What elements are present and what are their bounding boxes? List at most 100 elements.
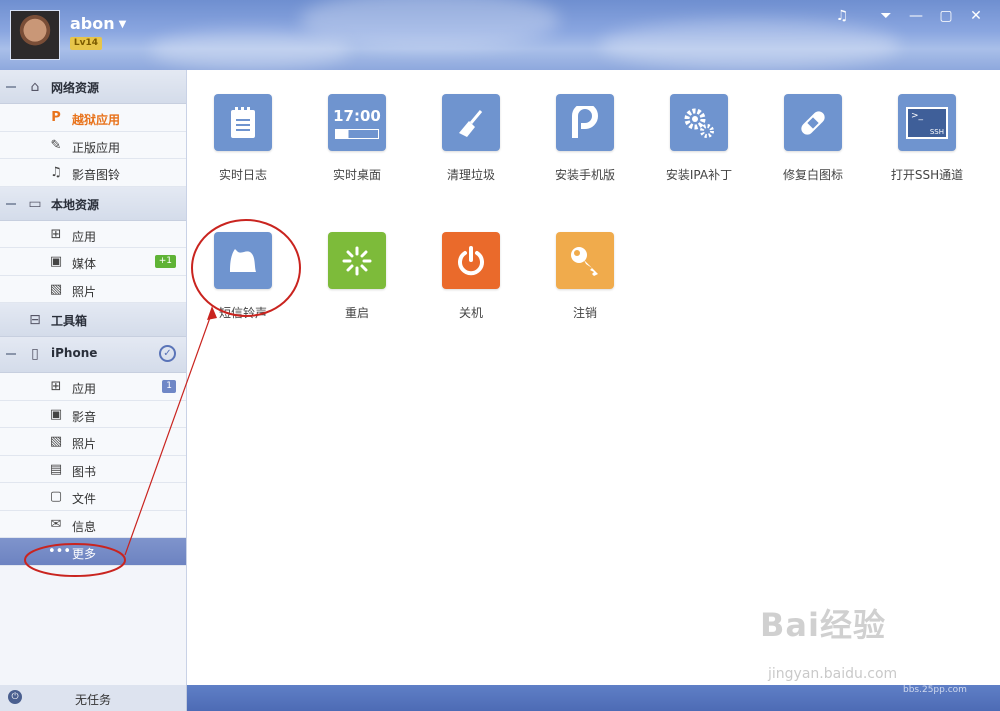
key-icon [556,232,614,289]
sidebar-section-toolbox[interactable]: ⊟ 工具箱 [0,303,186,337]
video-icon: ▣ [49,406,63,422]
section-label: 工具箱 [51,314,88,328]
terminal-icon: >_ SSH [898,94,956,151]
bell-icon [214,232,272,289]
count-badge: +1 [154,255,176,268]
music-note-icon: ♫ [50,165,62,180]
sidebar-item-iphone-books[interactable]: ▤ 图书 [0,455,186,483]
section-label: 网络资源 [51,81,100,95]
sidebar-item-label: 应用 [72,229,97,244]
close-button[interactable]: ✕ [967,7,985,25]
clock-icon: 17:00 [328,94,386,151]
sidebar-item-iphone-photos[interactable]: ▧ 照片 [0,428,186,456]
tool-clean-junk[interactable]: 清理垃圾 [416,70,526,182]
sidebar-item-media-ringtones[interactable]: ♫ 影音图铃 [0,159,186,187]
tool-shutdown[interactable]: 关机 [416,208,526,320]
bandage-icon [784,94,842,151]
sidebar-item-label: 越狱应用 [72,113,121,127]
grid-icon: ⊞ [50,379,62,394]
tool-open-ssh[interactable]: >_ SSH 打开SSH通道 [872,70,982,182]
tool-label: 打开SSH通道 [890,168,964,182]
sidebar-item-iphone-files[interactable]: ▢ 文件 [0,483,186,511]
sidebar-item-label: 文件 [72,492,97,506]
task-status[interactable]: ⏻ 无任务 [0,685,187,711]
tool-grid: 实时日志 17:00 实时桌面 清理垃圾 安装手机版 安装IPA补丁 修复白图标 [188,70,1000,685]
sidebar-section-local[interactable]: ▭ 本地资源 [0,186,186,221]
sidebar-item-iphone-apps[interactable]: ⊞ 应用 1 [0,373,186,401]
sidebar-section-network[interactable]: ⌂ 网络资源 [0,70,186,104]
pp-watermark: PP助手 [900,652,963,673]
tool-label: 清理垃圾 [446,168,495,182]
sidebar-item-label: 图书 [72,464,97,479]
restart-icon [328,232,386,289]
level-badge: Lv14 [70,37,102,50]
collapse-icon[interactable] [6,353,16,355]
sidebar-item-iphone-more[interactable]: ••• 更多 [0,538,186,566]
music-icon[interactable]: ♫ [833,7,851,25]
sidebar-item-label: 影音 [72,409,97,424]
sidebar-item-iphone-messages[interactable]: ✉ 信息 [0,510,186,538]
task-icon: ⏻ [8,690,22,704]
tool-label: 短信铃声 [218,306,267,320]
section-label: iPhone [51,346,98,360]
sidebar-item-local-photos[interactable]: ▧ 照片 [0,275,186,303]
gears-icon [670,94,728,151]
sidebar-item-genuine-apps[interactable]: ✎ 正版应用 [0,131,186,159]
username: abon [70,14,115,33]
minimize-button[interactable]: — [907,7,925,25]
photo-icon: ▧ [49,281,63,297]
grid-icon: ⊞ [50,226,62,242]
sidebar-item-label: 影音图铃 [72,168,121,182]
tool-label: 实时日志 [218,168,267,182]
tool-label: 注销 [572,306,597,320]
maximize-button[interactable]: ▢ [937,7,955,25]
sidebar-item-label: 更多 [72,547,97,561]
sidebar-item-label: 信息 [72,519,97,534]
tool-label: 修复白图标 [782,168,843,182]
sidebar-section-iphone[interactable]: ▯ iPhone ✓ [0,337,186,373]
tool-label: 重启 [344,306,369,320]
phone-icon: ▯ [31,346,39,362]
tool-fix-white-icons[interactable]: 修复白图标 [758,70,868,182]
check-icon: ✓ [159,345,176,362]
home-icon: ⌂ [30,79,40,95]
cloud-decoration [600,20,900,70]
tool-realtime-log[interactable]: 实时日志 [188,70,298,182]
photo-icon: ▧ [49,434,63,449]
caret-down-icon: ▼ [118,19,127,30]
collapse-icon[interactable] [6,86,16,88]
tool-install-mobile[interactable]: 安装手机版 [530,70,640,182]
video-icon: ▣ [49,254,63,269]
sidebar-item-label: 照片 [72,284,97,299]
notepad-icon [214,94,272,151]
tool-sms-ringtone[interactable]: 短信铃声 [188,208,298,320]
tool-label: 安装IPA补丁 [665,168,733,182]
sidebar-item-iphone-media[interactable]: ▣ 影音 [0,400,186,428]
collapse-icon[interactable] [6,202,16,205]
pp-logo-icon [556,94,614,151]
sidebar-item-local-media[interactable]: ▣ 媒体 +1 [0,248,186,276]
toolbox-icon: ⊟ [29,312,41,328]
broom-icon [442,94,500,151]
power-icon [442,232,500,289]
app-store-icon: ✎ [50,137,62,153]
sidebar-item-label: 应用 [72,382,97,396]
tool-label: 关机 [458,306,483,320]
avatar[interactable] [10,10,60,60]
tool-logout[interactable]: 注销 [530,208,640,320]
tool-install-ipa-patch[interactable]: 安装IPA补丁 [644,70,754,182]
tool-realtime-desktop[interactable]: 17:00 实时桌面 [302,70,412,182]
book-icon: ▤ [49,461,63,477]
menu-dropdown-icon[interactable]: ⏷ [877,7,895,25]
username-menu[interactable]: abon ▼ [70,14,126,33]
sidebar-item-jailbreak-apps[interactable]: P 越狱应用 [0,104,186,132]
sidebar-item-label: 正版应用 [72,140,121,155]
tool-restart[interactable]: 重启 [302,208,412,320]
title-bar: abon ▼ Lv14 ♫ ⏷ — ▢ ✕ [0,0,1000,70]
sidebar-item-local-apps[interactable]: ⊞ 应用 [0,220,186,248]
ssh-caption: SSH [929,127,944,136]
tool-label: 安装手机版 [554,168,615,182]
tool-label: 实时桌面 [332,168,381,182]
baidu-watermark: Bai经验 [760,606,886,644]
task-label: 无任务 [75,693,112,707]
